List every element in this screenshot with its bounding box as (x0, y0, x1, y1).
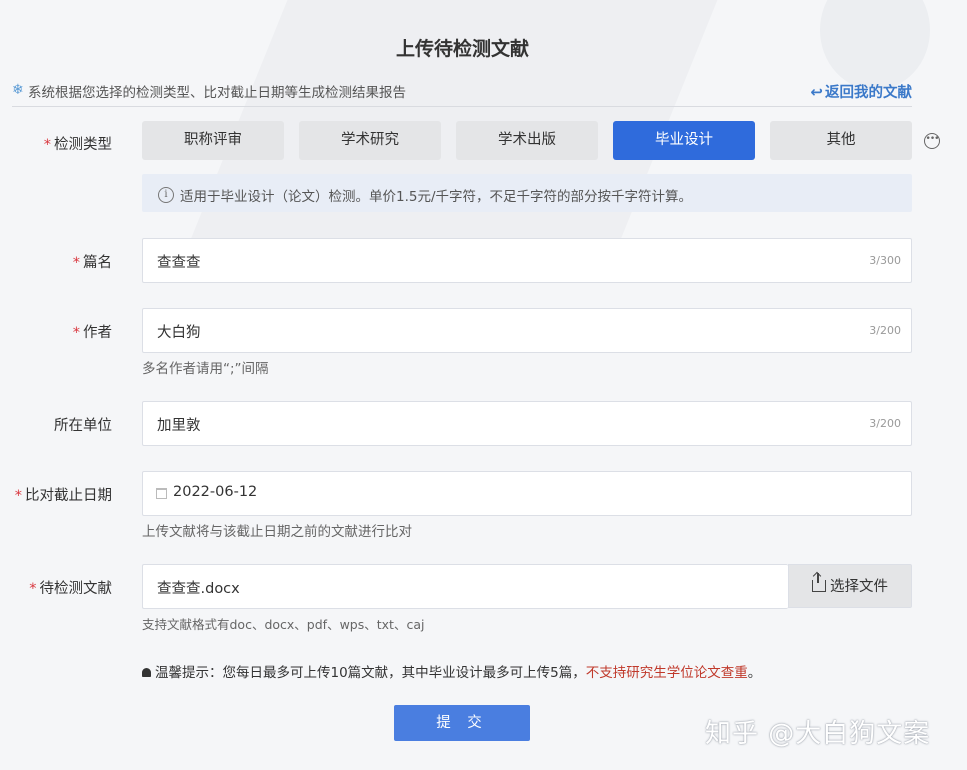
calendar-icon (156, 488, 167, 499)
file-format-help-text: 支持文献格式有doc、docx、pdf、wps、txt、caj (142, 617, 425, 632)
file-name-value: 查查查.docx (157, 581, 240, 597)
upload-limit-tip: 温馨提示：您每日最多可上传10篇文献，其中毕业设计最多可上传5篇，不支持研究生学… (142, 661, 761, 681)
page-title: 上传待检测文献 (395, 38, 529, 60)
tip-suffix: 。 (747, 665, 762, 681)
org-input[interactable]: 加里敦 3/200 (142, 401, 912, 446)
required-mark: * (14, 488, 22, 504)
bell-icon (142, 668, 151, 677)
tip-prefix: 温馨提示：您每日最多可上传10篇文献，其中毕业设计最多可上传5篇， (155, 665, 586, 681)
required-mark: * (29, 581, 37, 597)
cutoff-date-picker[interactable]: 2022-06-12 (142, 471, 912, 516)
date-field-label: * 比对截止日期 (0, 484, 112, 505)
required-mark: * (43, 137, 51, 153)
author-input-value: 大白狗 (157, 325, 201, 341)
required-mark: * (72, 325, 80, 341)
required-mark: * (72, 255, 80, 271)
org-field-label: 所在单位 (0, 414, 112, 435)
org-input-value: 加里敦 (157, 418, 201, 434)
upload-icon (812, 573, 826, 592)
subtitle-row: ❄ 系统根据您选择的检测类型、比对截止日期等生成检测结果报告 ↩ 返回我的文献 (12, 80, 912, 107)
file-name-field[interactable]: 查查查.docx (142, 564, 788, 609)
title-input-value: 查查查 (157, 255, 201, 271)
detection-type-label-text: 检测类型 (54, 137, 112, 153)
type-option-title-review[interactable]: 职称评审 (142, 121, 284, 160)
watermark-text: 知乎 @大白狗文案 (705, 719, 931, 749)
back-link-label: 返回我的文献 (825, 85, 912, 101)
author-help-text: 多名作者请用“;”间隔 (142, 361, 269, 377)
info-icon: i (158, 187, 174, 203)
date-field-label-text: 比对截止日期 (25, 488, 112, 504)
tip-warning: 不支持研究生学位论文查重 (585, 665, 748, 681)
type-option-graduation-design[interactable]: 毕业设计 (613, 121, 755, 160)
back-to-my-documents-link[interactable]: ↩ 返回我的文献 (810, 81, 912, 102)
file-field-label-text: 待检测文献 (39, 581, 113, 597)
org-field-label-text: 所在单位 (54, 418, 112, 434)
type-option-academic-publishing[interactable]: 学术出版 (456, 121, 598, 160)
title-field-label: * 篇名 (0, 251, 112, 272)
type-info-box: i 适用于毕业设计（论文）检测。单价1.5元/千字符，不足千字符的部分按千字符计… (142, 174, 912, 212)
title-field-label-text: 篇名 (83, 255, 112, 271)
org-char-count: 3/200 (869, 417, 901, 430)
author-field-label: * 作者 (0, 321, 112, 342)
author-char-count: 3/200 (869, 324, 901, 337)
type-info-text: 适用于毕业设计（论文）检测。单价1.5元/千字符，不足千字符的部分按千字符计算。 (180, 189, 693, 205)
submit-button[interactable]: 提 交 (394, 705, 530, 741)
author-field-label-text: 作者 (83, 325, 112, 341)
type-option-other[interactable]: 其他 (770, 121, 912, 160)
upload-page: 上传待检测文献 ❄ 系统根据您选择的检测类型、比对截止日期等生成检测结果报告 ↩… (0, 0, 967, 770)
subtitle-text: 系统根据您选择的检测类型、比对截止日期等生成检测结果报告 (28, 85, 406, 101)
date-help-text: 上传文献将与该截止日期之前的文献进行比对 (142, 524, 412, 540)
title-char-count: 3/300 (869, 254, 901, 267)
type-option-academic-research[interactable]: 学术研究 (299, 121, 441, 160)
author-input[interactable]: 大白狗 3/200 (142, 308, 912, 353)
choose-file-label: 选择文件 (830, 579, 888, 595)
cutoff-date-value: 2022-06-12 (173, 484, 258, 500)
detection-type-label: * 检测类型 (0, 133, 112, 154)
more-options-icon[interactable]: ••• (924, 133, 940, 149)
title-input[interactable]: 查查查 3/300 (142, 238, 912, 283)
back-arrow-icon: ↩ (810, 83, 823, 101)
snowflake-icon: ❄ (12, 82, 24, 98)
choose-file-button[interactable]: 选择文件 (788, 564, 912, 608)
file-field-label: * 待检测文献 (0, 577, 112, 598)
